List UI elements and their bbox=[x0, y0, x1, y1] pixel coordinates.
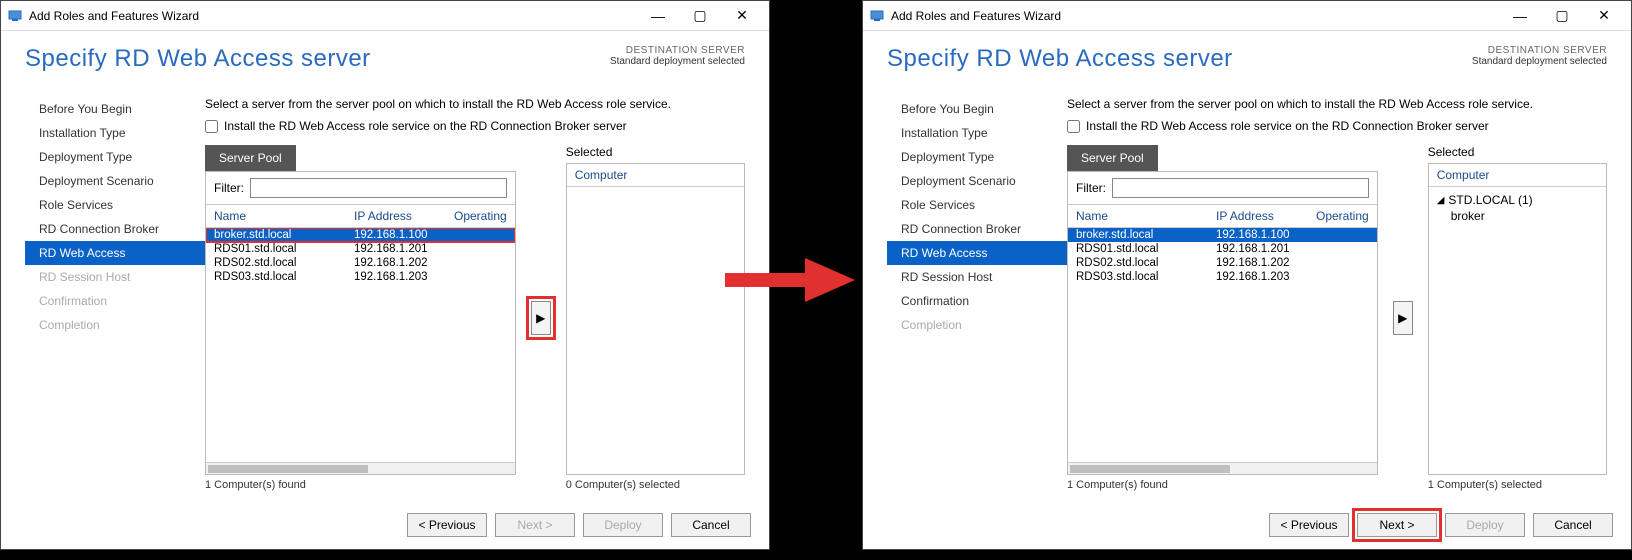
nav-step[interactable]: RD Connection Broker bbox=[887, 217, 1067, 241]
server-row[interactable]: RDS03.std.local192.168.1.203 bbox=[206, 270, 515, 284]
server-row[interactable]: RDS03.std.local192.168.1.203 bbox=[1068, 270, 1377, 284]
app-icon bbox=[7, 8, 23, 24]
install-on-broker-checkbox[interactable] bbox=[205, 120, 218, 133]
destination-label: DESTINATION SERVER Standard deployment s… bbox=[610, 45, 745, 67]
nav-step[interactable]: Role Services bbox=[25, 193, 205, 217]
nav-step[interactable]: Role Services bbox=[887, 193, 1067, 217]
selected-group[interactable]: ◢STD.LOCAL (1) bbox=[1437, 191, 1598, 209]
server-pool-tab[interactable]: Server Pool bbox=[205, 145, 296, 171]
install-on-broker-checkbox[interactable] bbox=[1067, 120, 1080, 133]
instruction-text: Select a server from the server pool on … bbox=[1067, 97, 1607, 111]
nav-step[interactable]: RD Web Access bbox=[25, 241, 205, 265]
next-button[interactable]: Next > bbox=[1357, 513, 1437, 537]
nav-step[interactable]: RD Session Host bbox=[887, 265, 1067, 289]
nav-step[interactable]: Deployment Scenario bbox=[887, 169, 1067, 193]
server-row[interactable]: broker.std.local192.168.1.100 bbox=[206, 228, 515, 242]
computers-found-label: 1 Computer(s) found bbox=[1067, 479, 1378, 491]
window-title: Add Roles and Features Wizard bbox=[29, 9, 637, 23]
close-button[interactable]: ✕ bbox=[1583, 2, 1625, 30]
server-pool-columns[interactable]: Name IP Address Operating bbox=[1068, 205, 1377, 228]
server-row[interactable]: RDS01.std.local192.168.1.201 bbox=[1068, 242, 1377, 256]
nav-step[interactable]: Before You Begin bbox=[25, 97, 205, 121]
nav-step: Confirmation bbox=[25, 289, 205, 313]
computers-found-label: 1 Computer(s) found bbox=[205, 479, 516, 491]
filter-label: Filter: bbox=[214, 181, 244, 195]
server-pool-tab[interactable]: Server Pool bbox=[1067, 145, 1158, 171]
filter-input[interactable] bbox=[250, 178, 507, 198]
computers-selected-label: 0 Computer(s) selected bbox=[566, 479, 745, 491]
previous-button[interactable]: < Previous bbox=[1269, 513, 1349, 537]
selected-list: Computer ◢STD.LOCAL (1)broker bbox=[1428, 163, 1607, 475]
deploy-button[interactable]: Deploy bbox=[583, 513, 663, 537]
cancel-button[interactable]: Cancel bbox=[1533, 513, 1613, 537]
nav-step[interactable]: Deployment Type bbox=[25, 145, 205, 169]
nav-step[interactable]: Deployment Scenario bbox=[25, 169, 205, 193]
add-server-button[interactable]: ▶ bbox=[531, 301, 551, 335]
close-button[interactable]: ✕ bbox=[721, 2, 763, 30]
deploy-button[interactable]: Deploy bbox=[1445, 513, 1525, 537]
server-pool-list: Filter: Name IP Address Operating broker… bbox=[205, 171, 516, 475]
titlebar[interactable]: Add Roles and Features Wizard — ▢ ✕ bbox=[863, 1, 1631, 31]
wizard-window-right: Add Roles and Features Wizard — ▢ ✕ Spec… bbox=[862, 0, 1632, 550]
window-title: Add Roles and Features Wizard bbox=[891, 9, 1499, 23]
selected-header: Selected bbox=[566, 145, 745, 159]
next-button[interactable]: Next > bbox=[495, 513, 575, 537]
add-server-button[interactable]: ▶ bbox=[1393, 301, 1413, 335]
nav-step: Completion bbox=[887, 313, 1067, 337]
cancel-button[interactable]: Cancel bbox=[671, 513, 751, 537]
server-pool-columns[interactable]: Name IP Address Operating bbox=[206, 205, 515, 228]
page-heading: Specify RD Web Access server bbox=[887, 45, 1233, 73]
titlebar[interactable]: Add Roles and Features Wizard — ▢ ✕ bbox=[1, 1, 769, 31]
horizontal-scrollbar[interactable] bbox=[1068, 462, 1377, 474]
nav-step[interactable]: Installation Type bbox=[887, 121, 1067, 145]
instruction-text: Select a server from the server pool on … bbox=[205, 97, 745, 111]
wizard-nav: Before You BeginInstallation TypeDeploym… bbox=[25, 97, 205, 491]
app-icon bbox=[869, 8, 885, 24]
nav-step[interactable]: RD Web Access bbox=[887, 241, 1067, 265]
filter-label: Filter: bbox=[1076, 181, 1106, 195]
selected-list: Computer bbox=[566, 163, 745, 475]
destination-label: DESTINATION SERVER Standard deployment s… bbox=[1472, 45, 1607, 67]
filter-input[interactable] bbox=[1112, 178, 1369, 198]
nav-step: RD Session Host bbox=[25, 265, 205, 289]
page-heading: Specify RD Web Access server bbox=[25, 45, 371, 73]
computers-selected-label: 1 Computer(s) selected bbox=[1428, 479, 1607, 491]
server-row[interactable]: RDS02.std.local192.168.1.202 bbox=[1068, 256, 1377, 270]
nav-step[interactable]: Confirmation bbox=[887, 289, 1067, 313]
checkbox-label: Install the RD Web Access role service o… bbox=[224, 119, 627, 133]
selected-column[interactable]: Computer bbox=[567, 164, 744, 187]
wizard-footer: < Previous Next > Deploy Cancel bbox=[1, 501, 769, 549]
server-row[interactable]: broker.std.local192.168.1.100 bbox=[1068, 228, 1377, 242]
wizard-nav: Before You BeginInstallation TypeDeploym… bbox=[887, 97, 1067, 491]
nav-step: Completion bbox=[25, 313, 205, 337]
maximize-button[interactable]: ▢ bbox=[679, 2, 721, 30]
nav-step[interactable]: Deployment Type bbox=[887, 145, 1067, 169]
nav-step[interactable]: RD Connection Broker bbox=[25, 217, 205, 241]
nav-step[interactable]: Before You Begin bbox=[887, 97, 1067, 121]
server-row[interactable]: RDS01.std.local192.168.1.201 bbox=[206, 242, 515, 256]
wizard-window-left: Add Roles and Features Wizard — ▢ ✕ Spec… bbox=[0, 0, 770, 550]
selected-header: Selected bbox=[1428, 145, 1607, 159]
server-pool-list: Filter: Name IP Address Operating broker… bbox=[1067, 171, 1378, 475]
checkbox-label: Install the RD Web Access role service o… bbox=[1086, 119, 1489, 133]
horizontal-scrollbar[interactable] bbox=[206, 462, 515, 474]
minimize-button[interactable]: — bbox=[637, 2, 679, 30]
wizard-footer: < Previous Next > Deploy Cancel bbox=[863, 501, 1631, 549]
selected-item[interactable]: broker bbox=[1437, 209, 1598, 223]
server-row[interactable]: RDS02.std.local192.168.1.202 bbox=[206, 256, 515, 270]
previous-button[interactable]: < Previous bbox=[407, 513, 487, 537]
selected-column[interactable]: Computer bbox=[1429, 164, 1606, 187]
nav-step[interactable]: Installation Type bbox=[25, 121, 205, 145]
minimize-button[interactable]: — bbox=[1499, 2, 1541, 30]
maximize-button[interactable]: ▢ bbox=[1541, 2, 1583, 30]
